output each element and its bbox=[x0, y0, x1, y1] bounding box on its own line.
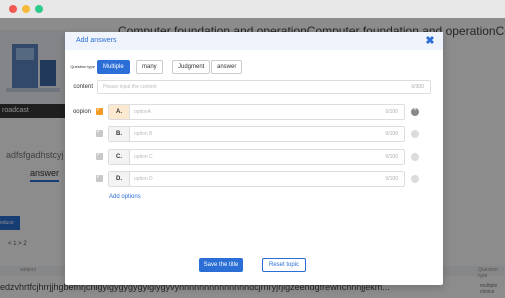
option-b-input[interactable]: B. option B 0/100 bbox=[108, 126, 405, 142]
maximize-window-button[interactable] bbox=[35, 5, 43, 13]
option-c-letter: C. bbox=[109, 150, 130, 164]
option-d-char-count: 0/100 bbox=[385, 176, 398, 182]
reset-topic-button[interactable]: Reset topic bbox=[262, 258, 306, 272]
content-label: content bbox=[73, 84, 93, 90]
content-input[interactable]: Please input the content 0/300 bbox=[97, 80, 431, 94]
option-d-remove-icon[interactable] bbox=[411, 175, 419, 183]
option-a-checkbox[interactable]: ✓ bbox=[96, 107, 103, 115]
close-window-button[interactable] bbox=[9, 5, 17, 13]
question-type-judgment[interactable]: Judgment bbox=[172, 60, 211, 74]
option-b-char-count: 0/100 bbox=[385, 131, 398, 137]
option-a-placeholder: optionA bbox=[134, 109, 151, 115]
option-a-remove-icon[interactable]: × bbox=[411, 107, 419, 116]
option-d-input[interactable]: D. option D 0/100 bbox=[108, 171, 405, 187]
content-placeholder: Please input the content bbox=[103, 84, 157, 90]
close-icon[interactable]: ✖ bbox=[423, 34, 437, 48]
option-a-input[interactable]: A. optionA 0/100 bbox=[108, 104, 405, 120]
question-type-label: Question type bbox=[70, 64, 95, 69]
add-answers-modal: Add answers ✖ Question type Multiple man… bbox=[65, 32, 443, 285]
question-type-answer[interactable]: answer bbox=[211, 60, 243, 74]
question-type-many[interactable]: many bbox=[136, 60, 163, 74]
app-window: Computer foundation and operationCompute… bbox=[0, 0, 505, 298]
option-b-checkbox[interactable]: ✓ bbox=[96, 129, 103, 137]
title-bar bbox=[0, 0, 505, 19]
option-c-char-count: 0/100 bbox=[385, 154, 398, 160]
option-c-remove-icon[interactable] bbox=[411, 153, 419, 161]
content-char-count: 0/300 bbox=[411, 84, 424, 90]
option-label: oopion bbox=[72, 109, 91, 115]
option-c-checkbox[interactable]: ✓ bbox=[96, 152, 103, 160]
option-b-placeholder: option B bbox=[134, 131, 153, 137]
option-a-letter: A. bbox=[109, 105, 130, 119]
option-a-char-count: 0/100 bbox=[385, 109, 398, 115]
option-d-placeholder: option D bbox=[134, 176, 153, 182]
modal-header: Add answers ✖ bbox=[65, 32, 443, 50]
save-title-button[interactable]: Save the title bbox=[199, 258, 243, 272]
option-d-checkbox[interactable]: ✓ bbox=[96, 174, 103, 182]
option-c-placeholder: option C bbox=[134, 154, 153, 160]
option-b-remove-icon[interactable] bbox=[411, 130, 419, 138]
minimize-window-button[interactable] bbox=[22, 5, 30, 13]
question-type-multiple[interactable]: Multiple bbox=[97, 60, 130, 74]
option-c-input[interactable]: C. option C 0/100 bbox=[108, 149, 405, 165]
option-d-letter: D. bbox=[109, 172, 130, 186]
option-b-letter: B. bbox=[109, 127, 130, 141]
add-options-link[interactable]: Add options bbox=[109, 194, 141, 200]
modal-title: Add answers bbox=[76, 37, 117, 44]
